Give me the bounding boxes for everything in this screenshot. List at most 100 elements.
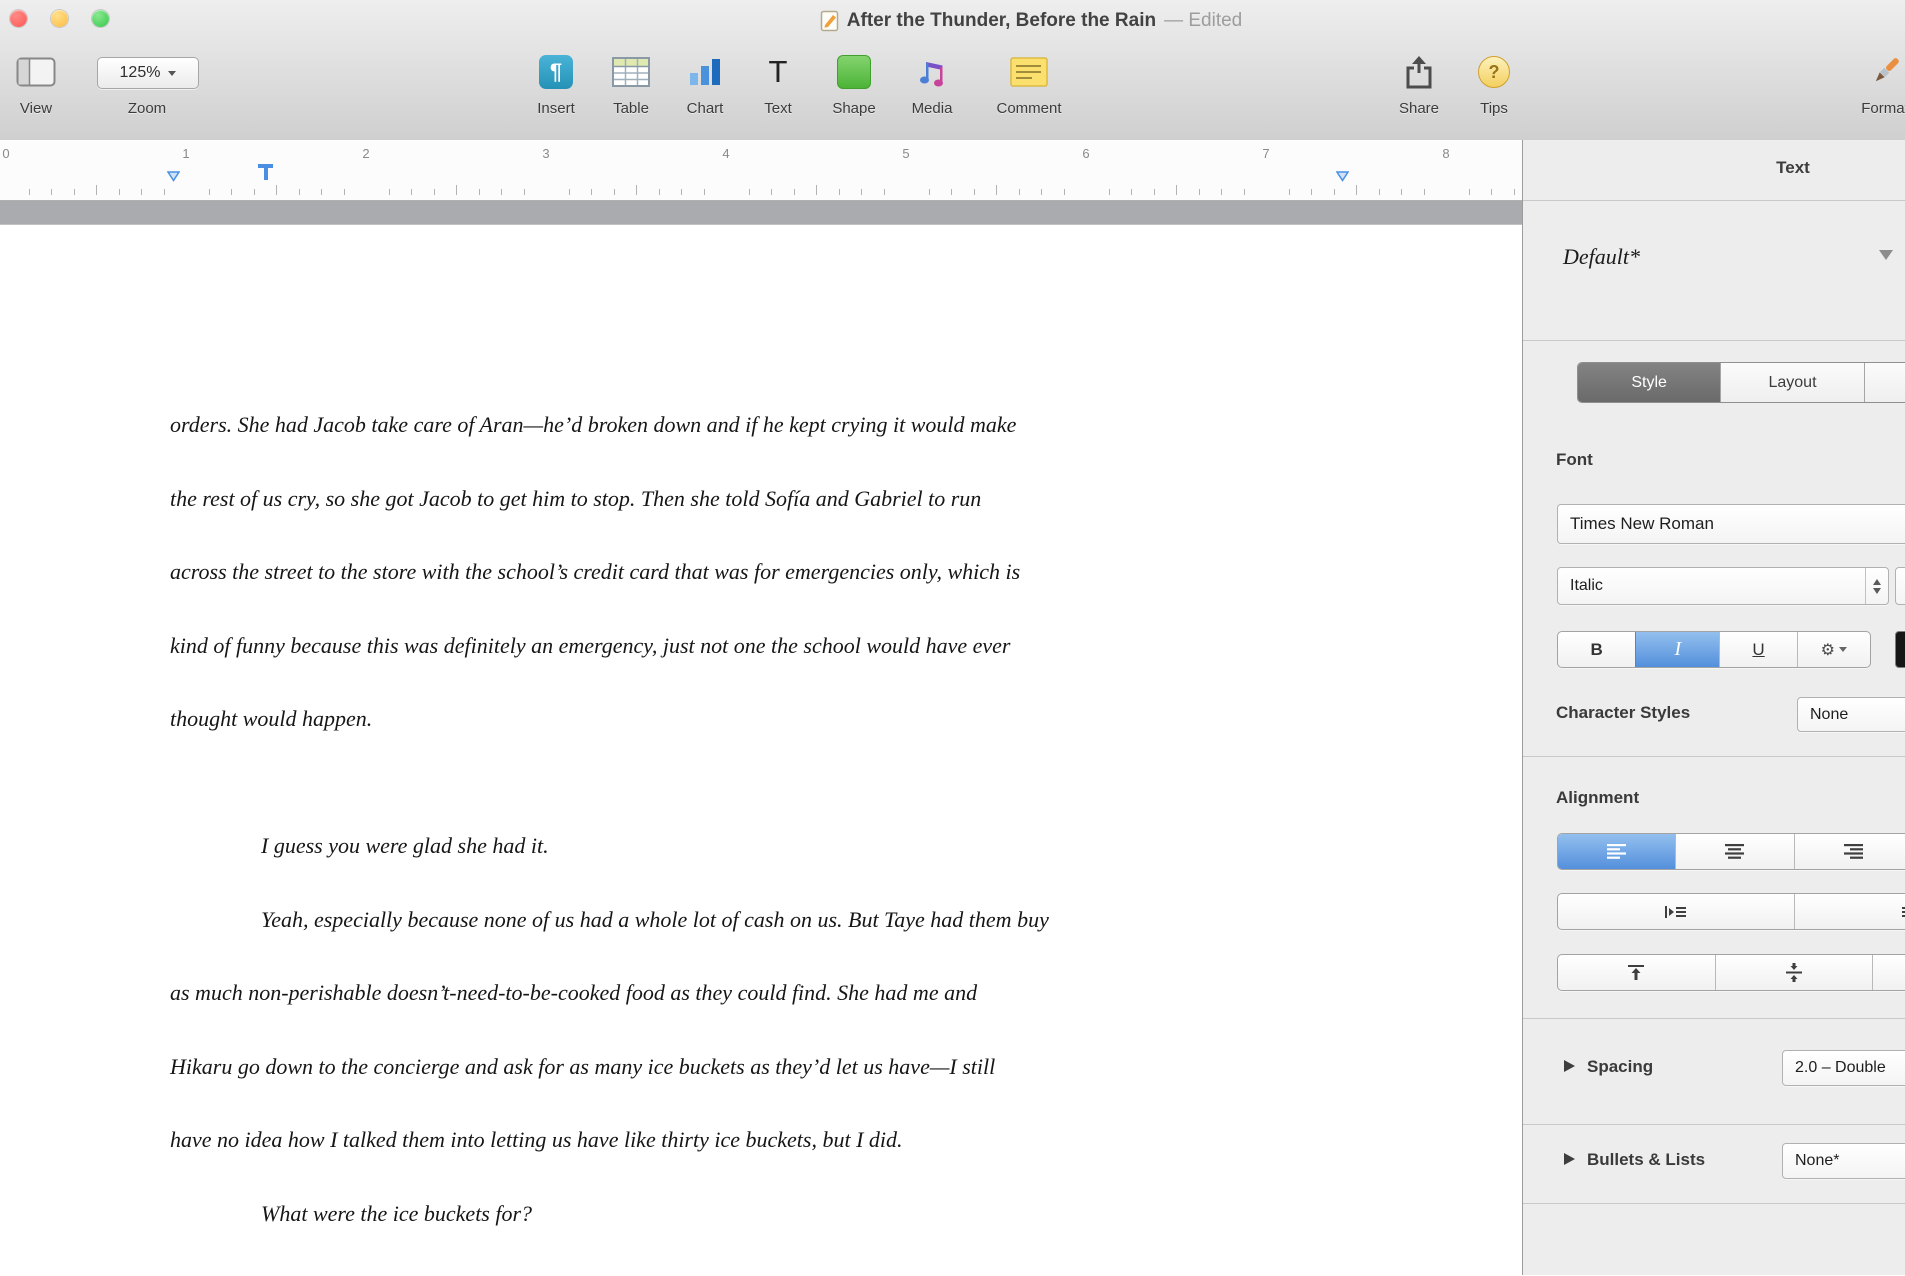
chart-button[interactable]: Chart — [669, 50, 741, 117]
text-color-well[interactable] — [1895, 631, 1905, 668]
ruler-tick — [29, 189, 30, 195]
ruler-tick — [1109, 189, 1110, 195]
ruler-tick — [1401, 189, 1402, 195]
document-line[interactable]: kind of funny because this was definitel… — [170, 609, 1049, 683]
document-line[interactable]: Hikaru go down to the concierge and ask … — [170, 1030, 1049, 1104]
paragraph[interactable]: Yeah, especially because none of us had … — [170, 883, 1049, 1177]
zoom-window-button[interactable] — [92, 10, 109, 27]
tab-style[interactable]: Style — [1578, 363, 1720, 402]
document-line[interactable]: Yeah, especially because none of us had … — [170, 883, 1049, 957]
ruler-tick — [861, 189, 862, 195]
ruler-tick — [1221, 189, 1222, 195]
ruler-tick — [1289, 189, 1290, 195]
document-page[interactable]: orders. She had Jacob take care of Aran—… — [0, 224, 1522, 1276]
spacing-label: Spacing — [1587, 1057, 1653, 1077]
font-family-value: Times New Roman — [1570, 514, 1905, 534]
ruler-inch-label: 3 — [542, 146, 549, 161]
share-label: Share — [1399, 100, 1439, 117]
ruler-inch-label: 1 — [182, 146, 189, 161]
view-icon — [16, 50, 56, 94]
ruler-tick — [164, 189, 165, 195]
underline-button[interactable]: U — [1719, 632, 1796, 667]
comment-button[interactable]: Comment — [985, 50, 1073, 117]
document-line[interactable]: have no idea how I talked them into lett… — [170, 1103, 1049, 1177]
valign-middle-button[interactable] — [1715, 955, 1873, 990]
divider — [1523, 1018, 1905, 1019]
tab-more[interactable] — [1864, 363, 1905, 402]
bullets-lists-dropdown[interactable]: None* — [1782, 1143, 1905, 1179]
align-center-button[interactable] — [1675, 834, 1793, 869]
window-title-group: After the Thunder, Before the Rain — Edi… — [820, 10, 1242, 32]
spacing-dropdown[interactable]: 2.0 – Double — [1782, 1050, 1905, 1086]
paragraph[interactable]: orders. She had Jacob take care of Aran—… — [170, 388, 1049, 756]
align-left-button[interactable] — [1558, 834, 1675, 869]
document-line[interactable]: orders. She had Jacob take care of Aran—… — [170, 388, 1049, 462]
spacing-value: 2.0 – Double — [1795, 1059, 1905, 1077]
ruler-tick — [974, 189, 975, 195]
paragraph[interactable]: I guess you were glad she had it. — [170, 809, 1049, 883]
ruler-tick — [434, 189, 435, 195]
close-window-button[interactable] — [10, 10, 27, 27]
document-line[interactable]: What were the ice buckets for? — [170, 1177, 1049, 1251]
titlebar[interactable]: After the Thunder, Before the Rain — Edi… — [0, 0, 1905, 38]
ruler-tick — [524, 189, 525, 195]
share-button[interactable]: Share — [1383, 50, 1455, 117]
ruler-inch-label: 7 — [1262, 146, 1269, 161]
document-line[interactable]: as much non-perishable doesn’t-need-to-b… — [170, 956, 1049, 1030]
ruler[interactable]: 012345678 — [0, 140, 1522, 201]
format-button[interactable]: Format — [1845, 50, 1905, 117]
spacing-disclosure-icon[interactable] — [1564, 1060, 1575, 1072]
character-styles-label: Character Styles — [1556, 703, 1690, 723]
typeface-dropdown[interactable]: Italic — [1557, 567, 1889, 605]
text-button[interactable]: T Text — [742, 50, 814, 117]
document-text[interactable]: orders. She had Jacob take care of Aran—… — [170, 388, 1049, 1251]
format-label: Format — [1861, 100, 1905, 117]
ruler-inch-label: 8 — [1442, 146, 1449, 161]
zoom-dropdown[interactable]: 125% — [97, 57, 199, 89]
valign-middle-icon — [1784, 963, 1804, 982]
paragraph[interactable]: What were the ice buckets for? — [170, 1177, 1049, 1251]
document-line[interactable]: across the street to the store with the … — [170, 535, 1049, 609]
insert-label: Insert — [537, 100, 575, 117]
align-right-button[interactable] — [1794, 834, 1905, 869]
bullets-disclosure-icon[interactable] — [1564, 1153, 1575, 1165]
right-indent-marker[interactable] — [1336, 171, 1349, 182]
comment-label: Comment — [996, 100, 1061, 117]
indent-icon — [1900, 904, 1905, 920]
horizontal-alignment-control — [1557, 833, 1905, 870]
document-line[interactable]: thought would happen. — [170, 682, 1049, 756]
italic-button[interactable]: I — [1635, 632, 1719, 667]
first-line-indent-marker[interactable] — [258, 164, 273, 181]
ruler-inch-label: 5 — [902, 146, 909, 161]
font-size-field[interactable] — [1895, 567, 1905, 605]
valign-top-button[interactable] — [1558, 955, 1715, 990]
tips-button[interactable]: ? Tips — [1458, 50, 1530, 117]
tab-layout[interactable]: Layout — [1720, 363, 1863, 402]
decrease-indent-button[interactable] — [1558, 894, 1794, 929]
align-center-icon — [1725, 844, 1744, 859]
ruler-tick — [839, 189, 840, 195]
table-button[interactable]: Table — [595, 50, 667, 117]
ruler-tick — [51, 189, 52, 195]
increase-indent-button[interactable] — [1794, 894, 1905, 929]
media-icon — [915, 50, 949, 94]
advanced-options-button[interactable]: ⚙ — [1797, 632, 1870, 667]
minimize-window-button[interactable] — [51, 10, 68, 27]
character-styles-dropdown[interactable]: None — [1797, 697, 1905, 732]
valign-bottom-button[interactable] — [1872, 955, 1905, 990]
ruler-tick — [794, 189, 795, 195]
share-icon — [1404, 50, 1434, 94]
divider — [1523, 340, 1905, 341]
view-button[interactable]: View — [0, 50, 72, 117]
document-line[interactable]: I guess you were glad she had it. — [170, 809, 1049, 883]
ruler-tick — [704, 189, 705, 195]
bold-button[interactable]: B — [1558, 632, 1635, 667]
main-area: 012345678 orders. She had Jacob take car… — [0, 140, 1905, 1275]
shape-button[interactable]: Shape — [818, 50, 890, 117]
ruler-tick — [456, 185, 457, 195]
document-line[interactable]: the rest of us cry, so she got Jacob to … — [170, 462, 1049, 536]
media-button[interactable]: Media — [896, 50, 968, 117]
insert-button[interactable]: ¶ Insert — [520, 50, 592, 117]
left-indent-marker[interactable] — [167, 171, 180, 182]
font-family-dropdown[interactable]: Times New Roman — [1557, 504, 1905, 544]
